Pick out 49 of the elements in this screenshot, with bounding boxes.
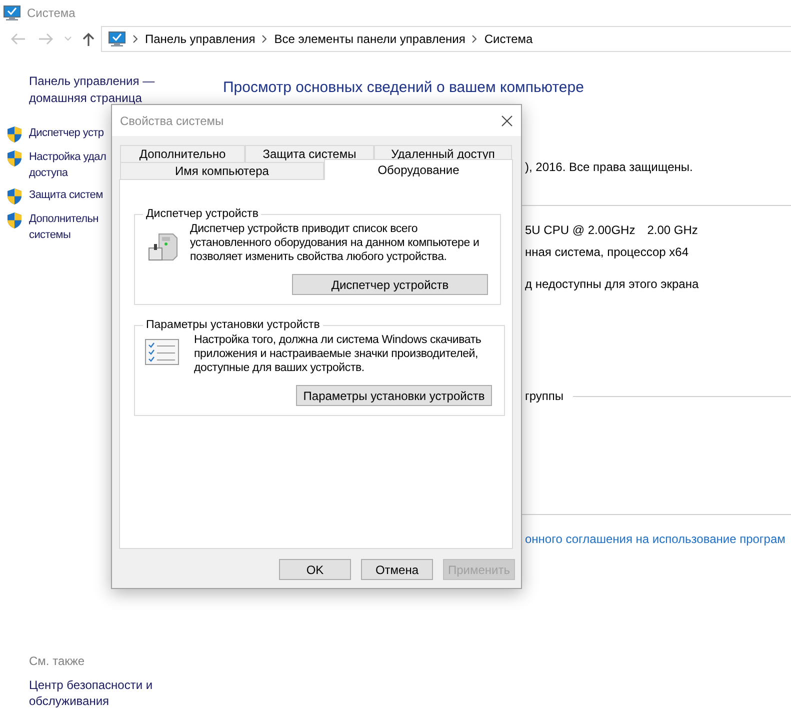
sidebar-link[interactable]: Диспетчер устр <box>29 125 104 141</box>
info-text: нная система, процессор x64 <box>525 245 689 259</box>
shield-icon <box>7 188 22 205</box>
shield-icon <box>7 212 22 229</box>
sidebar-link[interactable]: доступа <box>29 165 106 181</box>
forward-arrow-icon[interactable] <box>38 32 54 46</box>
chevron-right-icon <box>133 35 138 43</box>
group-description: Настройка того, должна ли система Windows скачивать приложения и настраиваемые значки производителей, доступные для ваших устройств. <box>194 333 482 375</box>
group-button[interactable]: Параметры установки устройств <box>296 385 492 406</box>
computer-icon <box>108 31 126 47</box>
dialog-button[interactable]: Отмена <box>361 559 433 580</box>
group-title: Параметры установки устройств <box>145 319 321 331</box>
sidebar-link[interactable]: Дополнительн <box>29 211 98 227</box>
tab[interactable]: Оборудование <box>324 159 513 180</box>
sidebar-link[interactable]: системы <box>29 227 98 243</box>
info-text: ), 2016. Все права защищены. <box>525 160 693 174</box>
breadcrumb-link[interactable]: Панель управления <box>145 32 256 46</box>
group-title: Диспетчер устройств <box>145 208 260 220</box>
sidebar-link[interactable]: Настройка удал <box>29 149 106 165</box>
breadcrumb-link[interactable]: Система <box>484 32 533 46</box>
checklist-icon <box>145 339 179 365</box>
up-arrow-icon[interactable] <box>82 32 95 46</box>
shield-icon <box>7 150 22 167</box>
group-description: Диспетчер устройств приводит список всего установленного оборудования на данном компьютере и позволяет изменить свойства любого устройства. <box>190 222 480 264</box>
info-text: 2.00 GHz <box>647 223 698 237</box>
chevron-down-icon[interactable] <box>64 36 72 42</box>
see-also-link[interactable]: Центр безопасности и обслуживания <box>29 677 169 709</box>
breadcrumb-link[interactable]: Все элементы панели управления <box>274 32 466 46</box>
group-button[interactable]: Диспетчер устройств <box>292 274 488 295</box>
close-icon[interactable] <box>501 114 513 126</box>
tab[interactable]: Дополнительно <box>120 145 245 162</box>
home-link[interactable]: Панель управления — домашняя страница <box>29 73 169 107</box>
computer-icon <box>3 5 21 21</box>
license-link[interactable]: онного соглашения на использование програм <box>525 532 786 546</box>
chevron-right-icon <box>262 35 268 43</box>
dialog-button[interactable]: OK <box>279 559 351 580</box>
back-arrow-icon[interactable] <box>10 32 26 46</box>
shield-icon <box>7 126 22 143</box>
chevron-right-icon <box>472 35 478 43</box>
page-heading: Просмотр основных сведений о вашем компьютере <box>223 79 585 96</box>
tab[interactable]: Защита системы <box>245 145 374 162</box>
info-text: д недоступны для этого экрана <box>525 277 699 291</box>
sidebar-link[interactable]: Защита систем <box>29 187 103 203</box>
tab[interactable]: Имя компьютера <box>120 162 324 179</box>
dialog-title: Свойства системы <box>120 114 224 128</box>
section-title: группы <box>525 389 564 403</box>
window-title: Система <box>27 6 76 20</box>
see-also-title: См. также <box>29 654 86 668</box>
info-text: 5U CPU @ 2.00GHz <box>525 223 636 237</box>
